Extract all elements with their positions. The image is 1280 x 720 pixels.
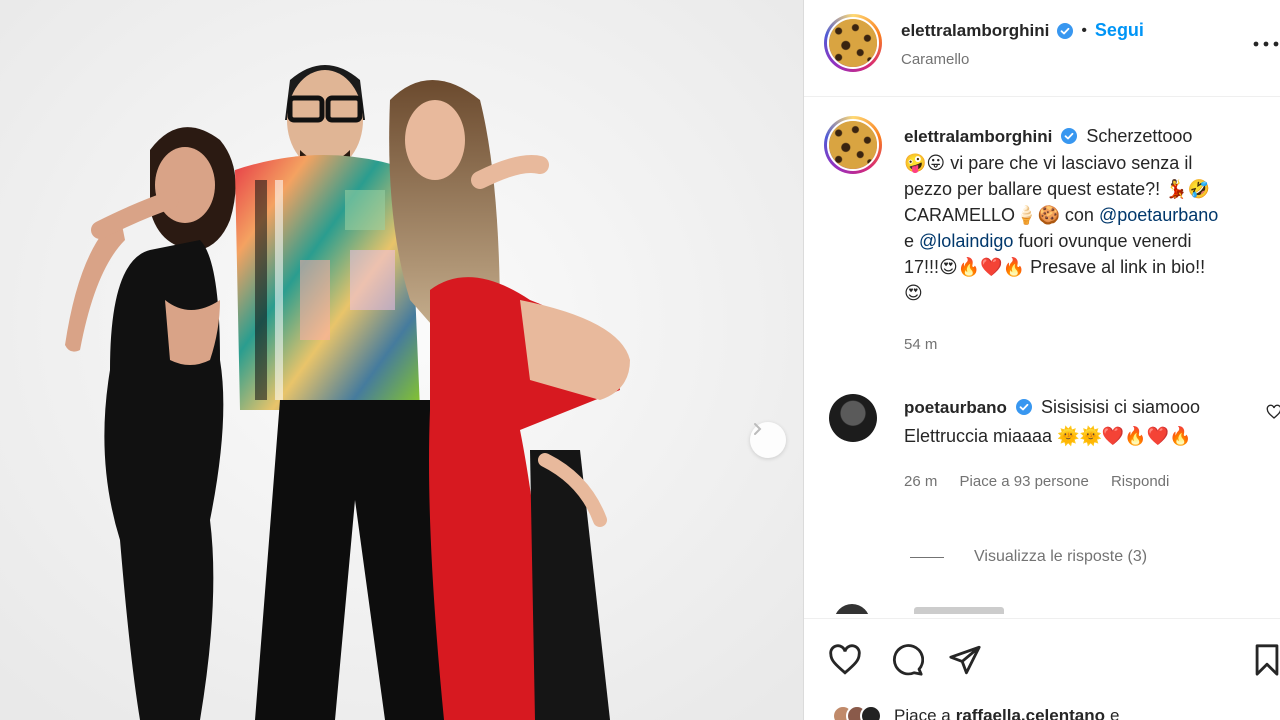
post-photo: [0, 0, 803, 720]
caption-author-avatar[interactable]: [824, 116, 882, 174]
audio-label[interactable]: Caramello: [901, 51, 969, 68]
comment-author[interactable]: poetaurbano: [904, 398, 1007, 417]
comment-text-2: Elettruccia miaaaa: [904, 426, 1053, 446]
comment-time[interactable]: 26 m: [904, 473, 937, 490]
replies-divider: [910, 556, 944, 558]
caption-line-1: Scherzettooo: [1086, 126, 1193, 146]
author-avatar[interactable]: [824, 14, 882, 72]
heart-icon[interactable]: [828, 643, 862, 677]
header-separator: •: [1081, 21, 1087, 39]
follow-button[interactable]: Segui: [1095, 20, 1144, 41]
likes-prefix: Piace a: [894, 706, 951, 720]
carousel-next-button[interactable]: [750, 422, 786, 458]
caption-line-6b: Presave al link in bio!!: [1030, 257, 1206, 277]
post-actions: Piace a raffaella.celentano e: [804, 618, 1280, 720]
mention-lolaindigo[interactable]: @lolaindigo: [919, 231, 1013, 251]
comment-like-heart-icon[interactable]: [1266, 404, 1280, 420]
photo-illustration: [0, 0, 803, 720]
comment-likes[interactable]: Piace a 93 persone: [960, 473, 1089, 490]
comment-meta: 26 m Piace a 93 persone Rispondi: [904, 473, 1187, 490]
view-replies-label: Visualizza le risposte (3): [974, 548, 1148, 565]
verified-icon: [1061, 128, 1078, 144]
next-comment-partial: [834, 604, 1254, 614]
comment: poetaurbano Sisisisisi ci siamooo Elettr…: [904, 393, 1264, 450]
caption-line-3: pezzo per ballare quest estate?!: [904, 179, 1161, 199]
caption: elettralamborghini Scherzettooo 🤪😛 vi pa…: [904, 123, 1264, 306]
caption-line-4a: CARAMELLO: [904, 205, 1016, 225]
post-header: elettralamborghini • Segui Caramello: [804, 0, 1280, 97]
caption-line-5a: e: [904, 231, 915, 251]
view-replies-button[interactable]: Visualizza le risposte (3): [910, 548, 1147, 566]
comment-icon[interactable]: [890, 643, 924, 677]
mention-poetaurbano[interactable]: @poetaurbano: [1099, 205, 1218, 225]
emoji-icecream-icon: 🍦🍪: [1015, 205, 1060, 225]
emoji-sun-icon: 🌞🌞❤️🔥❤️🔥: [1057, 426, 1192, 446]
caption-time[interactable]: 54 m: [904, 336, 937, 353]
more-icon[interactable]: [1252, 36, 1280, 50]
emoji-heart-eyes-icon: 😍: [904, 283, 923, 303]
verified-icon: [1057, 22, 1074, 39]
caption-line-6a: 17!!!: [904, 257, 940, 277]
chevron-right-icon: [754, 423, 762, 435]
caption-author[interactable]: elettralamborghini: [904, 127, 1052, 146]
caption-line-5b: fuori ovunque venerdi: [1018, 231, 1192, 251]
caption-line-2: vi pare che vi lasciavo senza il: [950, 153, 1193, 173]
emoji-fire-icon: 😍🔥❤️🔥: [939, 257, 1026, 277]
comment-reply-button[interactable]: Rispondi: [1111, 473, 1169, 490]
comment-text-1: Sisisisisi ci siamooo: [1040, 397, 1201, 417]
verified-icon: [1015, 399, 1032, 415]
post-side-panel: elettralamborghini • Segui Caramello ele…: [803, 0, 1280, 720]
author-username[interactable]: elettralamborghini: [901, 21, 1049, 41]
likes-summary: Piace a raffaella.celentano e: [832, 705, 1119, 720]
emoji-dancer-icon: 💃🤣: [1165, 179, 1211, 199]
comment-avatar[interactable]: [829, 394, 877, 442]
bookmark-icon[interactable]: [1250, 643, 1280, 677]
caption-line-4b: con: [1064, 205, 1094, 225]
likes-user[interactable]: raffaella.celentano: [956, 706, 1105, 720]
share-icon[interactable]: [948, 643, 982, 677]
likes-suffix: e: [1109, 706, 1120, 720]
emoji-wink-icon: 🤪😛: [904, 153, 946, 173]
liker-avatar[interactable]: [860, 705, 882, 720]
